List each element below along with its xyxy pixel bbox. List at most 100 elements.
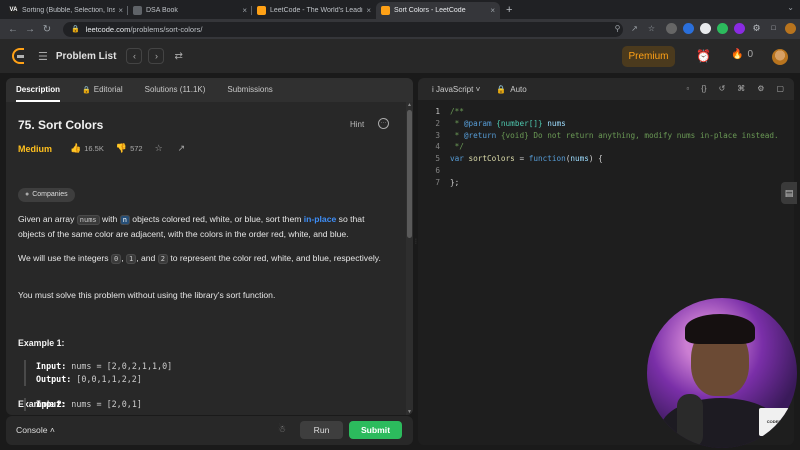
share-icon[interactable]: ↗ xyxy=(178,143,186,154)
extension-icon[interactable] xyxy=(700,23,711,34)
extension-icon[interactable] xyxy=(683,23,694,34)
profile-avatar[interactable] xyxy=(785,23,796,34)
leetcode-logo-icon[interactable] xyxy=(12,48,26,64)
input-label: Input: xyxy=(36,399,67,409)
thumbs-down-icon: 👎 xyxy=(115,143,128,153)
inline-code: nums xyxy=(76,215,100,225)
share-page-icon[interactable]: ↗ xyxy=(629,23,640,34)
panel-resize-handle[interactable]: ⋮ xyxy=(413,239,419,245)
code-line: 5 var sortColors = function(nums) { xyxy=(418,153,794,165)
code-line: 4 */ xyxy=(418,141,794,153)
code-area[interactable]: 1 /** 2 * @param {number[]} nums 3 * @ret… xyxy=(418,106,794,189)
run-button[interactable]: Run xyxy=(300,421,343,439)
problem-title: 75. Sort Colors xyxy=(18,118,104,132)
browser-tab-leetcode-home[interactable]: LeetCode - The World's Leading × xyxy=(252,2,376,19)
page-favicon-icon xyxy=(133,6,142,15)
code-token: function xyxy=(528,154,566,164)
command-icon[interactable]: ⌘ xyxy=(737,84,745,93)
presenter-hair xyxy=(685,314,755,344)
example-2-input: Input: nums = [2,0,1] xyxy=(36,398,142,411)
extension-icon[interactable] xyxy=(734,23,745,34)
like-button[interactable]: 👍 16.5K xyxy=(70,143,104,154)
back-arrow-icon[interactable]: ← xyxy=(6,24,20,35)
code-token: * xyxy=(450,118,464,128)
tab-submissions[interactable]: Submissions xyxy=(227,78,272,102)
dislike-count: 572 xyxy=(130,144,143,153)
star-icon[interactable]: ☆ xyxy=(155,143,163,154)
language-label: JavaScript xyxy=(436,84,474,94)
console-toggle[interactable]: Console ˄ xyxy=(16,425,55,435)
close-tab-icon[interactable]: × xyxy=(118,6,123,15)
tab-description[interactable]: Description xyxy=(16,78,61,102)
dislike-button[interactable]: 👎 572 xyxy=(116,143,143,154)
code-text: /** xyxy=(450,107,464,116)
line-number: 5 xyxy=(435,154,440,164)
description-paragraph-2: We will use the integers 0, 1, and 2 to … xyxy=(18,251,390,266)
leetcode-favicon-icon xyxy=(257,6,266,15)
reset-icon[interactable]: ↺ xyxy=(719,84,726,93)
close-tab-icon[interactable]: × xyxy=(366,6,371,15)
shuffle-icon[interactable]: ⇄ xyxy=(174,51,182,62)
sidebar-panel-icon[interactable]: □ xyxy=(768,23,779,34)
example-1-output: Output: [0,0,1,1,2,2] xyxy=(36,373,172,386)
premium-button[interactable]: Premium xyxy=(622,46,675,67)
code-token: var xyxy=(450,154,469,164)
new-tab-button[interactable]: + xyxy=(506,2,512,19)
puzzle-icon[interactable]: ⚙ xyxy=(751,23,762,34)
code-token: @return xyxy=(463,130,497,140)
streak-count: 0 xyxy=(747,49,754,60)
next-problem-button[interactable]: › xyxy=(148,48,165,64)
browser-tab-strip: VA Sorting (Bubble, Selection, Inser × D… xyxy=(0,0,800,19)
output-label: Output: xyxy=(36,374,72,384)
scroll-down-icon[interactable]: ▼ xyxy=(406,409,413,415)
description-scrollbar[interactable]: ▲ ▼ xyxy=(406,102,413,415)
editor-header: i JavaScript ˅ 🔒 Auto ▫ {} ↺ ⌘ ⚙ ▢ xyxy=(418,78,794,100)
tab-editorial[interactable]: 🔒 Editorial xyxy=(82,78,123,102)
streak-counter[interactable]: 🔥 0 xyxy=(731,49,753,60)
chevron-down-icon: ˅ xyxy=(475,84,481,94)
prev-problem-button[interactable]: ‹ xyxy=(126,48,143,64)
close-tab-icon[interactable]: × xyxy=(490,6,495,15)
scroll-up-icon[interactable]: ▲ xyxy=(406,102,413,108)
extension-icon[interactable] xyxy=(666,23,677,34)
forward-arrow-icon[interactable]: → xyxy=(23,24,37,35)
fullscreen-icon[interactable]: ▢ xyxy=(776,84,784,93)
avatar[interactable] xyxy=(772,49,788,65)
url-path: /problems/sort-colors/ xyxy=(130,24,203,34)
scrollbar-thumb[interactable] xyxy=(407,110,412,238)
hint-button[interactable]: Hint xyxy=(350,120,364,129)
like-count: 16.5K xyxy=(84,144,104,153)
reload-icon[interactable]: ↻ xyxy=(40,24,54,35)
browser-tab-sort-colors[interactable]: Sort Colors - LeetCode × xyxy=(376,2,500,19)
list-icon[interactable]: ☰ xyxy=(38,50,48,63)
editor-actions: ▫ {} ↺ ⌘ ⚙ ▢ xyxy=(686,84,784,93)
more-options-icon[interactable]: ··· xyxy=(378,118,389,129)
bookmark-icon[interactable]: ▫ xyxy=(686,84,689,93)
braces-icon[interactable]: {} xyxy=(701,84,706,93)
browser-tab-sorting[interactable]: VA Sorting (Bubble, Selection, Inser × xyxy=(4,2,128,19)
input-value: nums = [2,0,2,1,1,0] xyxy=(66,361,173,371)
language-select[interactable]: i JavaScript ˅ xyxy=(432,85,480,94)
code-text: * @param {number[]} nums xyxy=(440,118,566,130)
problem-tabs: Description 🔒 Editorial Solutions (11.1K)… xyxy=(6,78,413,102)
text: We will use the integers xyxy=(18,253,111,263)
alarm-clock-icon[interactable]: ⏰ xyxy=(696,49,711,63)
companies-tag[interactable]: ● Companies xyxy=(18,188,75,202)
omnibox-actions: ⚲ ↗ ☆ xyxy=(612,23,657,34)
close-tab-icon[interactable]: × xyxy=(242,6,247,15)
browser-tab-dsa-book[interactable]: DSA Book × xyxy=(128,2,252,19)
zoom-icon[interactable]: ⚲ xyxy=(612,23,623,34)
problem-list-link[interactable]: Problem List xyxy=(56,51,117,62)
address-bar[interactable]: 🔒 leetcode.com/problems/sort-colors/ xyxy=(63,21,623,37)
bookmark-star-icon[interactable]: ☆ xyxy=(646,23,657,34)
line-number: 2 xyxy=(435,118,440,128)
tab-solutions[interactable]: Solutions (11.1K) xyxy=(145,78,206,102)
notes-side-tab-icon[interactable]: ▤ xyxy=(781,182,797,204)
submit-button[interactable]: Submit xyxy=(349,421,402,439)
extension-icon[interactable] xyxy=(717,23,728,34)
tab-search-chevron-icon[interactable]: ⌄ xyxy=(787,3,794,12)
auto-toggle[interactable]: 🔒 Auto xyxy=(496,85,526,94)
settings-gear-icon[interactable]: ⚙ xyxy=(757,84,764,93)
bug-icon[interactable]: ☃ xyxy=(278,424,286,435)
in-place-link[interactable]: in-place xyxy=(304,214,336,224)
